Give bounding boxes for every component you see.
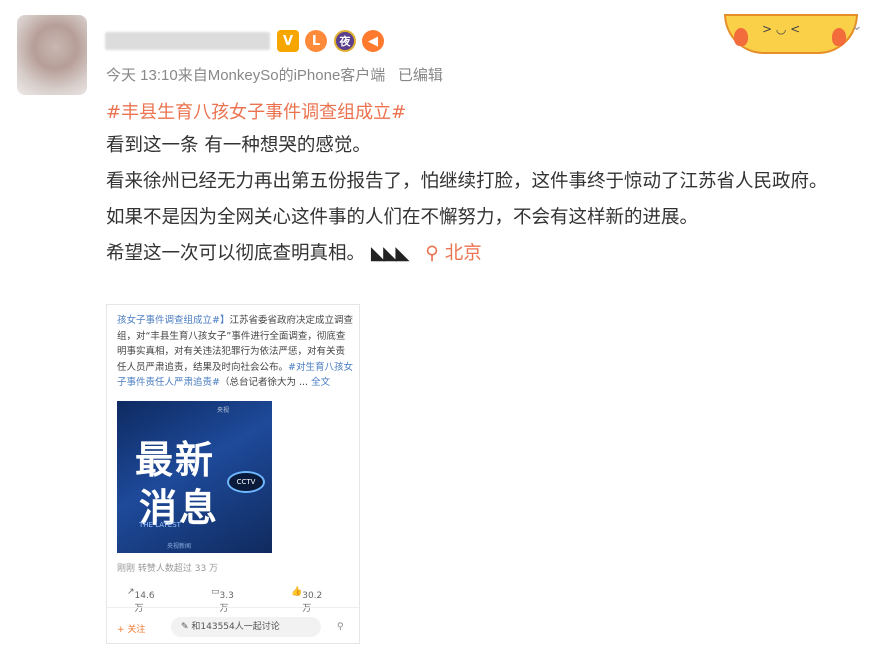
decorative-pendant: > ◡ < ⌄: [714, 0, 864, 54]
card-actions: ↗ 14.6 万 ▭ 3.3 万 👍 30.2 万: [107, 583, 359, 614]
like-button[interactable]: 👍 30.2 万: [291, 587, 322, 614]
horn-badge[interactable]: ◀: [362, 30, 384, 52]
level-badge[interactable]: L: [305, 30, 327, 52]
news-image[interactable]: 央视 最新 消息 CCTV THE LATEST 央视新闻: [117, 401, 272, 553]
repost-count: 14.6 万: [134, 591, 155, 614]
like-count: 30.2 万: [302, 591, 323, 614]
news-foot: 央视新闻: [167, 543, 192, 550]
post-topic-link[interactable]: #丰县生育八孩女子事件调查组成立#: [106, 98, 406, 124]
divider: [107, 607, 359, 608]
embedded-post-card[interactable]: 孩女子事件调查组成立#】江苏省委省政府决定成立调查组，对“丰县生育八孩女子”事件…: [106, 304, 360, 644]
share-icon[interactable]: ⚲: [337, 622, 344, 632]
post-content: 看到这一条 有一种想哭的感觉。 看来徐州已经无力再出第五份报告了，怕继续打脸，这…: [106, 128, 856, 272]
cctv-logo: CCTV: [227, 471, 265, 493]
repost-button[interactable]: ↗ 14.6 万: [127, 587, 155, 614]
card-footer: + 关注 ✎ 和143554人一起讨论 ⚲: [107, 617, 359, 639]
location-pin-icon[interactable]: ⚲: [425, 243, 439, 264]
comment-button[interactable]: ▭ 3.3 万: [211, 587, 234, 614]
card-topic-link[interactable]: 孩女子事件调查组成立#】: [117, 315, 229, 326]
discuss-label: 和143554人一起讨论: [191, 622, 280, 632]
news-latest: THE LATEST: [139, 521, 181, 529]
card-text: 孩女子事件调查组成立#】江苏省委省政府决定成立调查组，对“丰县生育八孩女子”事件…: [117, 313, 353, 391]
discuss-input[interactable]: ✎ 和143554人一起讨论: [171, 617, 321, 637]
emoji-icons: ◣◣◣: [370, 243, 410, 264]
follow-button[interactable]: + 关注: [117, 622, 145, 635]
post-line: 希望这一次可以彻底查明真相。: [106, 243, 366, 264]
post-time[interactable]: 今天 13:10: [106, 67, 178, 84]
location-link[interactable]: 北京: [445, 243, 482, 264]
night-badge[interactable]: 夜: [334, 30, 356, 52]
chevron-down-icon[interactable]: ⌄: [851, 18, 863, 34]
post-source[interactable]: 来自MonkeySo的iPhone客户端: [178, 67, 386, 84]
fire-icon: [734, 28, 748, 46]
avatar[interactable]: [17, 15, 87, 95]
post-line-last: 希望这一次可以彻底查明真相。 ◣◣◣ ⚲ 北京: [106, 236, 856, 272]
username-blurred[interactable]: [105, 32, 270, 50]
post-line: 看到这一条 有一种想哭的感觉。: [106, 135, 371, 156]
post-meta: 今天 13:10来自MonkeySo的iPhone客户端 已编辑: [106, 64, 443, 85]
card-read-count: 刚刚 转赞人数超过 33 万: [117, 564, 219, 574]
post-line: 看来徐州已经无力再出第五份报告了，怕继续打脸，这件事终于惊动了江苏省人民政府。: [106, 171, 828, 192]
news-logo: 央视: [217, 407, 230, 414]
comment-count: 3.3 万: [219, 591, 234, 614]
news-word-1: 最新: [135, 438, 216, 482]
fire-icon: [832, 28, 846, 46]
card-more-link[interactable]: 全文: [311, 377, 330, 388]
post-line: 如果不是因为全网关心这件事的人们在不懈努力，不会有这样新的进展。: [106, 207, 699, 228]
card-tail: （总台记者徐大为 ...: [219, 377, 309, 388]
edited-label[interactable]: 已编辑: [398, 67, 443, 84]
verified-badge[interactable]: V: [277, 30, 299, 52]
smile-icon: > ◡ <: [762, 22, 801, 36]
